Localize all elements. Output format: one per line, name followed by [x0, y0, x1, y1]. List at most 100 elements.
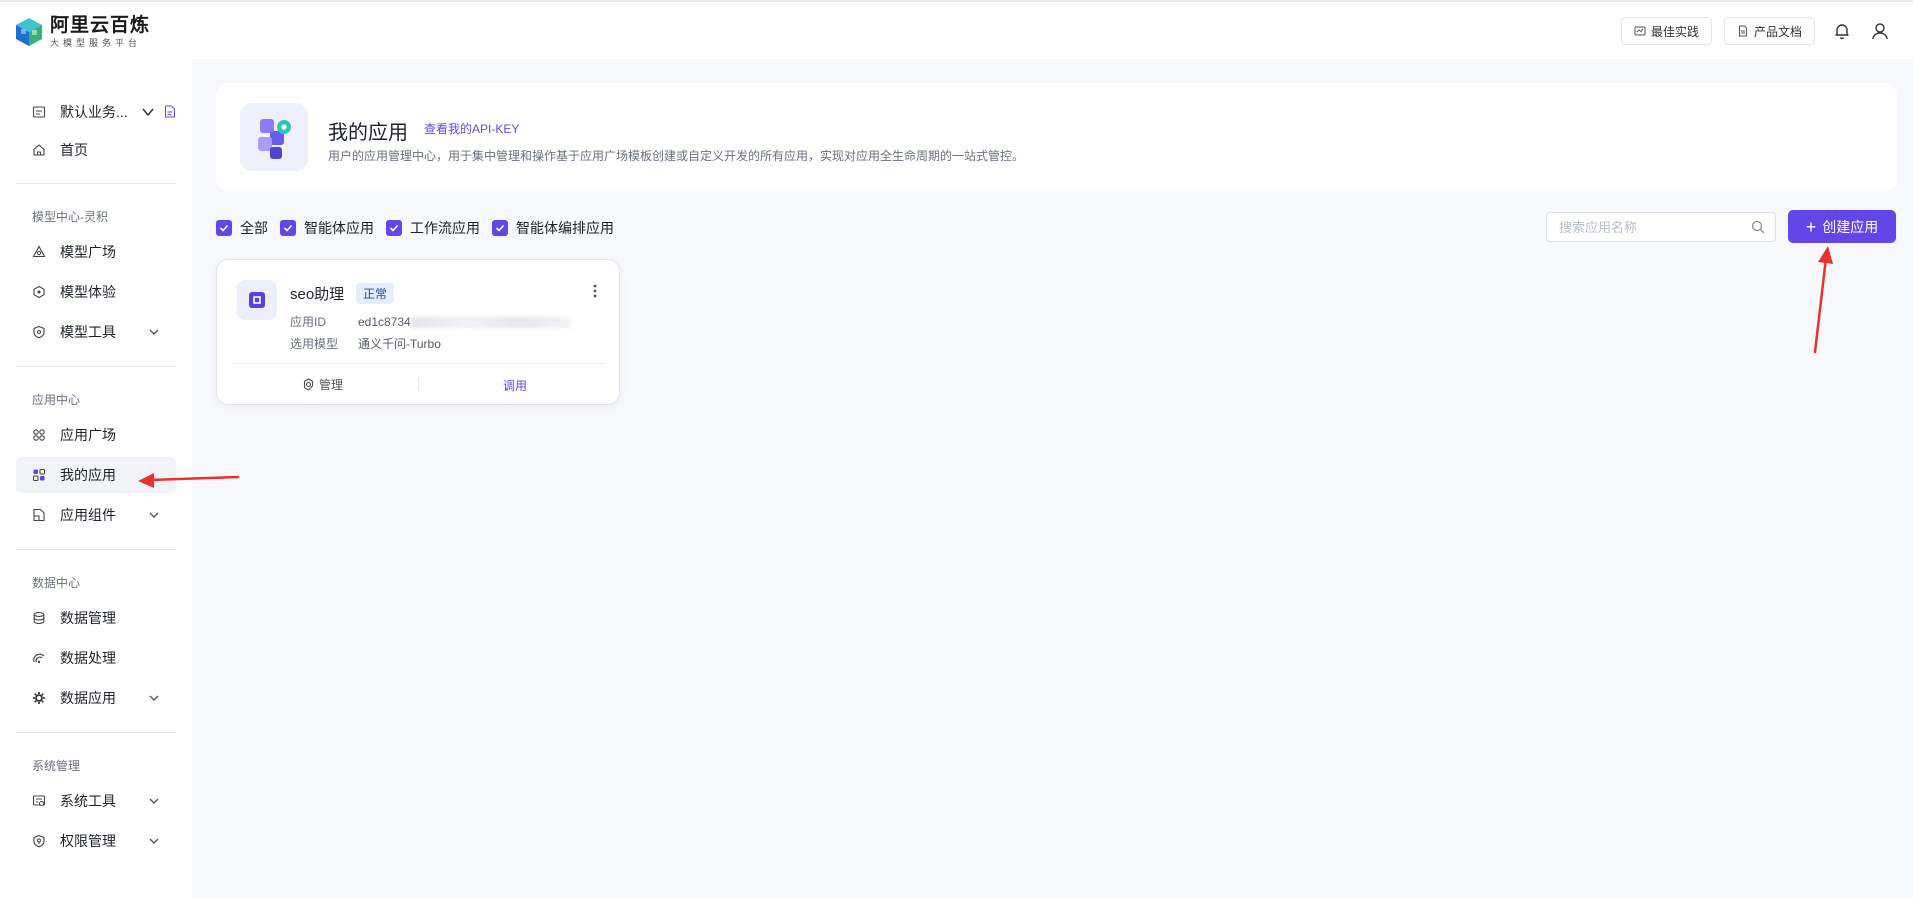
sidebar-item-data-apps[interactable]: 数据应用 — [16, 680, 176, 716]
app-market-icon — [32, 428, 46, 442]
gear-icon — [303, 378, 314, 391]
app-name: seo助理 — [290, 286, 345, 303]
filter-label: 全部 — [240, 220, 268, 236]
home-icon — [32, 143, 46, 157]
database-icon — [32, 611, 46, 625]
system-tool-icon — [32, 794, 46, 808]
sidebar-item-data-management[interactable]: 数据管理 — [16, 600, 176, 636]
sidebar-divider — [16, 732, 176, 733]
app-id-row: 应用ID ed1c8734 — [290, 313, 571, 330]
sidebar-item-label: 系统工具 — [60, 793, 116, 809]
sidebar: 默认业务... 首页 模型中心-灵积 模型广场 模型体验 模型工具 应用中心 应… — [0, 59, 192, 898]
sidebar-item-data-processing[interactable]: 数据处理 — [16, 640, 176, 676]
search-icon[interactable] — [1751, 220, 1765, 234]
app-card[interactable]: seo助理 正常 应用ID ed1c8734 选用模型 通义千问-Turbo 管理 … — [216, 259, 620, 405]
best-practice-label: 最佳实践 — [1650, 24, 1699, 39]
create-app-button[interactable]: + 创建应用 — [1788, 210, 1896, 243]
sidebar-item-label: 数据应用 — [60, 690, 116, 706]
workspace-doc-icon[interactable] — [164, 105, 176, 118]
sidebar-item-label: 权限管理 — [60, 833, 116, 849]
sidebar-item-label: 应用广场 — [60, 427, 116, 443]
best-practice-button[interactable]: 最佳实践 — [1620, 17, 1712, 45]
manage-button[interactable]: 管理 — [302, 376, 343, 393]
data-app-icon — [32, 691, 46, 705]
product-docs-label: 产品文档 — [1753, 24, 1802, 39]
sidebar-item-app-components[interactable]: 应用组件 — [16, 497, 176, 533]
checkbox-checked-icon[interactable] — [386, 220, 402, 236]
model-try-icon — [32, 285, 46, 299]
sidebar-divider — [16, 366, 176, 367]
section-title-system: 系统管理 — [32, 759, 81, 773]
sidebar-item-system-tools[interactable]: 系统工具 — [16, 783, 176, 819]
chevron-down-icon — [149, 695, 159, 701]
more-vertical-icon[interactable] — [593, 284, 597, 298]
sidebar-item-label: 模型广场 — [60, 244, 116, 260]
section-title-model-center: 模型中心-灵积 — [32, 210, 108, 224]
status-badge: 正常 — [356, 283, 395, 304]
sidebar-item-model-try[interactable]: 模型体验 — [16, 274, 176, 310]
filter-agent-apps[interactable]: 智能体应用 — [280, 218, 374, 238]
sidebar-item-model-tools[interactable]: 模型工具 — [16, 314, 176, 350]
create-app-label: 创建应用 — [1822, 218, 1879, 235]
checkbox-checked-icon[interactable] — [216, 220, 232, 236]
bell-icon — [1835, 24, 1849, 40]
manage-label: 管理 — [319, 378, 344, 392]
brand-logo[interactable]: 阿里云百炼 大模型服务平台 — [14, 16, 150, 48]
sidebar-item-model-market[interactable]: 模型广场 — [16, 234, 176, 270]
card-divider — [233, 363, 605, 364]
app-component-icon — [32, 508, 46, 522]
checkbox-checked-icon[interactable] — [492, 220, 508, 236]
sidebar-item-label: 应用组件 — [60, 507, 116, 523]
product-docs-button[interactable]: 产品文档 — [1723, 17, 1815, 45]
my-apps-illustration-icon — [240, 103, 308, 171]
practice-icon — [1634, 26, 1646, 36]
chevron-down-icon — [149, 838, 159, 844]
workspace-selector[interactable]: 默认业务... — [16, 95, 176, 129]
section-title-data-center: 数据中心 — [32, 576, 81, 590]
filter-label: 智能体应用 — [304, 220, 374, 236]
top-bar: 阿里云百炼 大模型服务平台 最佳实践 产品文档 — [0, 0, 1913, 59]
user-icon — [1872, 23, 1888, 40]
sidebar-item-my-apps[interactable]: 我的应用 — [16, 457, 176, 493]
sidebar-item-home[interactable]: 首页 — [16, 132, 176, 168]
app-model-label: 选用模型 — [290, 337, 339, 351]
brand-subtitle: 大模型服务平台 — [50, 38, 142, 48]
sidebar-item-label: 我的应用 — [60, 467, 116, 483]
filter-all[interactable]: 全部 — [216, 218, 268, 238]
chevron-down-icon[interactable] — [141, 105, 155, 119]
call-button[interactable]: 调用 — [503, 377, 527, 394]
brand-title: 阿里云百炼 — [50, 15, 151, 36]
app-model-row: 选用模型 通义千问-Turbo — [290, 335, 441, 352]
sidebar-item-app-market[interactable]: 应用广场 — [16, 417, 176, 453]
filter-workflow-apps[interactable]: 工作流应用 — [386, 218, 480, 238]
annotation-arrow-create-app — [1813, 246, 1833, 354]
model-tool-icon — [32, 325, 46, 339]
checkbox-checked-icon[interactable] — [280, 220, 296, 236]
cube-logo-icon — [16, 18, 42, 46]
chevron-down-icon — [149, 798, 159, 804]
redacted-blur — [410, 317, 571, 329]
sidebar-item-label: 模型体验 — [60, 284, 116, 300]
sidebar-item-label: 数据管理 — [60, 610, 116, 626]
page-title: 我的应用 — [328, 122, 408, 144]
notification-button[interactable] — [1831, 20, 1853, 42]
workspace-label: 默认业务... — [60, 104, 128, 120]
permission-icon — [32, 834, 46, 848]
my-apps-icon — [32, 468, 46, 482]
chevron-down-icon — [149, 512, 159, 518]
filter-agent-orchestration-apps[interactable]: 智能体编排应用 — [492, 218, 614, 238]
filter-label: 智能体编排应用 — [516, 220, 614, 236]
page-description: 用户的应用管理中心，用于集中管理和操作基于应用广场模板创建或自定义开发的所有应用… — [328, 149, 1025, 163]
sidebar-item-label: 首页 — [60, 142, 88, 158]
user-menu-button[interactable] — [1869, 20, 1891, 42]
sidebar-item-permissions[interactable]: 权限管理 — [16, 823, 176, 859]
sidebar-item-label: 数据处理 — [60, 650, 116, 666]
chevron-down-icon — [149, 329, 159, 335]
search-input[interactable] — [1547, 213, 1737, 241]
section-title-app-center: 应用中心 — [32, 393, 81, 407]
sidebar-divider — [16, 549, 176, 550]
data-process-icon — [32, 651, 46, 665]
sidebar-item-label: 模型工具 — [60, 324, 116, 340]
app-id-label: 应用ID — [290, 315, 327, 329]
view-api-key-link[interactable]: 查看我的API-KEY — [424, 120, 519, 137]
